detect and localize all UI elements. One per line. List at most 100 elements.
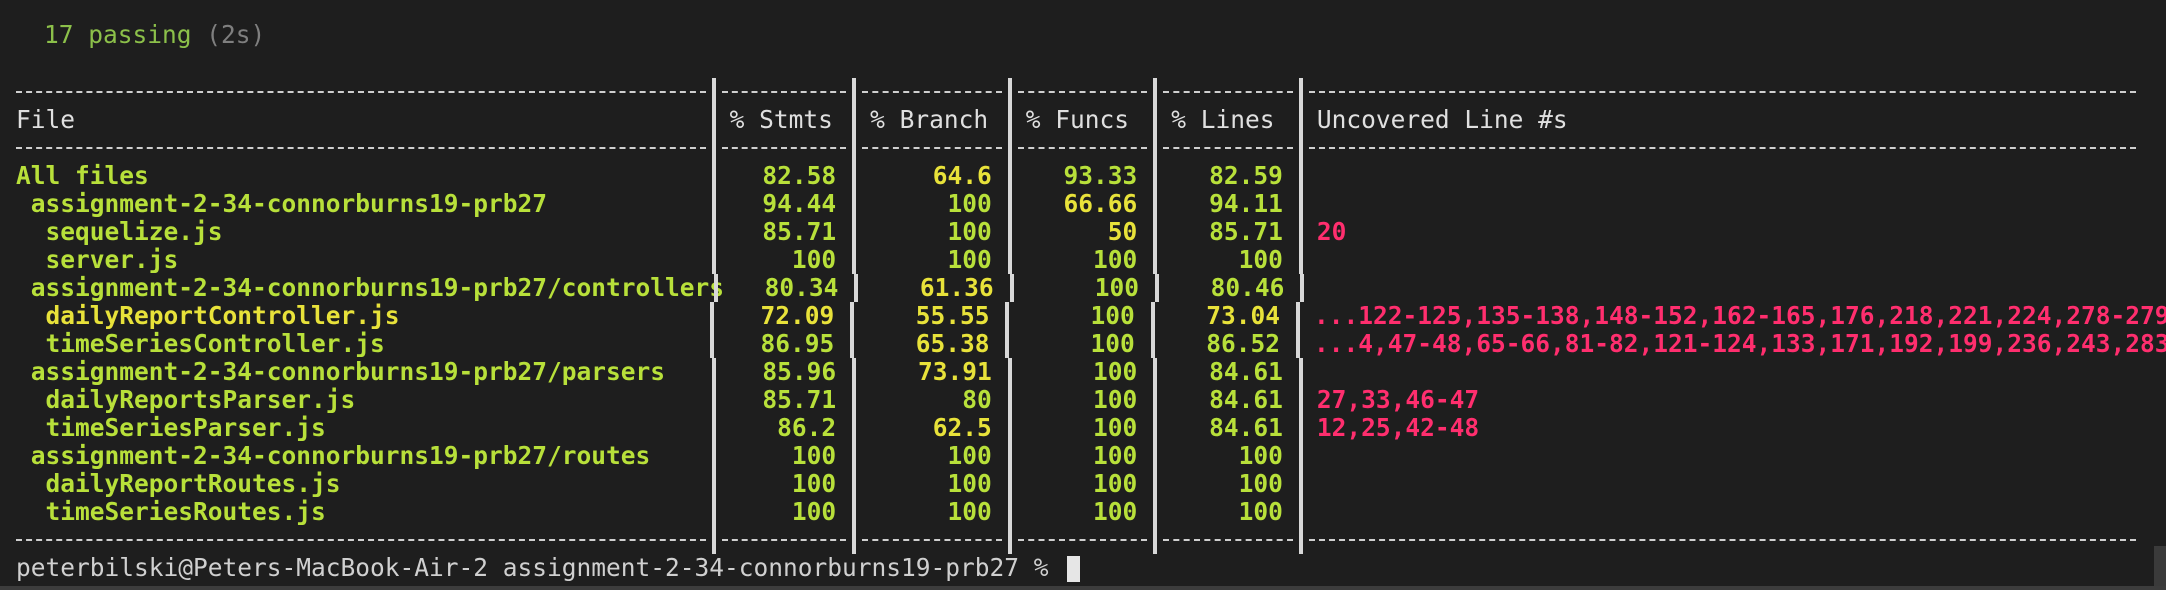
cell-funcs: 50 (1107, 217, 1138, 246)
cell-uncovered: 12,25,42-48 (1316, 413, 1480, 442)
cell-uncovered (1309, 162, 2136, 190)
table-row: assignment-2-34-connorburns19-prb27/rout… (16, 442, 2136, 470)
cell-funcs: 100 (1093, 441, 1138, 470)
test-summary: 17 passing (2s) (44, 21, 265, 49)
cell-stmts: 82.58 (762, 161, 837, 190)
file-name: server.js (16, 245, 179, 274)
header-lines: % Lines (1171, 105, 1275, 134)
cell-lines: 80.46 (1210, 273, 1285, 302)
cell-stmts: 100 (791, 469, 837, 498)
table-row: assignment-2-34-connorburns19-prb27 94.44… (16, 190, 2136, 218)
table-row: timeSeriesController.js 86.95 65.38 100 86.5… (16, 329, 2166, 358)
cell-funcs: 100 (1093, 357, 1138, 386)
cell-lines: 100 (1238, 469, 1283, 498)
cell-funcs: 100 (1093, 497, 1138, 526)
header-file: File (16, 105, 76, 134)
cell-branch: 65.38 (915, 329, 990, 358)
cell-uncovered: 20 (1316, 217, 1347, 246)
cell-stmts: 86.95 (760, 329, 835, 358)
cell-stmts: 80.34 (764, 273, 839, 302)
cell-branch: 64.6 (932, 161, 992, 190)
cell-branch: 100 (947, 469, 992, 498)
cell-lines: 82.59 (1209, 161, 1283, 190)
table-header: File % Stmts % Branch % Funcs % Lines Un… (16, 106, 2136, 134)
cell-branch: 100 (947, 217, 992, 246)
cell-funcs: 100 (1093, 413, 1138, 442)
shell-prompt[interactable]: peterbilski@Peters-MacBook-Air-2 assignm… (16, 553, 1081, 582)
file-name: timeSeriesRoutes.js (16, 497, 326, 526)
cell-uncovered (1309, 498, 2136, 526)
cell-lines: 100 (1238, 497, 1283, 526)
file-name: All files (16, 161, 149, 190)
cell-branch: 80 (962, 385, 992, 414)
cell-lines: 100 (1238, 441, 1283, 470)
file-name: timeSeriesController.js (16, 329, 385, 358)
cell-uncovered (1309, 190, 2136, 218)
cell-lines: 86.52 (1206, 329, 1281, 358)
cell-stmts: 85.71 (762, 385, 837, 414)
header-branch: % Branch (870, 105, 989, 134)
table-row: dailyReportRoutes.js 100 100 100 100 (16, 470, 2136, 498)
cell-funcs: 100 (1093, 385, 1138, 414)
cell-funcs: 100 (1090, 329, 1135, 358)
file-name: dailyReportRoutes.js (16, 469, 341, 498)
file-name: dailyReportController.js (16, 301, 400, 330)
text-cursor (1067, 556, 1081, 582)
cell-lines: 100 (1238, 245, 1283, 274)
table-row: assignment-2-34-connorburns19-prb27/cont… (16, 274, 2136, 302)
cell-branch: 62.5 (932, 413, 992, 442)
table-row: timeSeriesParser.js 86.2 62.5 100 84.61 12,25… (16, 414, 2136, 442)
cell-branch: 100 (947, 189, 992, 218)
file-name: sequelize.js (16, 217, 223, 246)
cell-stmts: 86.2 (777, 413, 837, 442)
cell-uncovered (1309, 246, 2136, 274)
cell-uncovered (1309, 442, 2136, 470)
cell-uncovered: 27,33,46-47 (1316, 385, 1480, 414)
cell-branch: 61.36 (919, 273, 994, 302)
table-row: timeSeriesRoutes.js 100 100 100 100 (16, 498, 2136, 526)
cell-lines: 73.04 (1206, 301, 1281, 330)
cell-funcs: 93.33 (1063, 161, 1138, 190)
cell-stmts: 72.09 (760, 301, 835, 330)
cell-uncovered (1309, 358, 2136, 386)
cell-branch: 100 (947, 441, 992, 470)
cell-stmts: 100 (791, 245, 837, 274)
file-name: dailyReportsParser.js (16, 385, 356, 414)
file-name: assignment-2-34-connorburns19-prb27/pars… (16, 357, 666, 386)
file-name: assignment-2-34-connorburns19-prb27/cont… (16, 273, 725, 302)
header-stmts: % Stmts (729, 105, 833, 134)
cell-funcs: 66.66 (1063, 189, 1138, 218)
table-row: dailyReportsParser.js 85.71 80 100 84.61 27,3… (16, 386, 2136, 414)
table-row: All files 82.58 64.6 93.33 82.59 (16, 162, 2136, 190)
cell-lines: 84.61 (1209, 357, 1283, 386)
cell-branch: 73.91 (917, 357, 992, 386)
cell-stmts: 100 (791, 497, 837, 526)
header-uncovered: Uncovered Line #s (1316, 105, 1568, 134)
cell-branch: 100 (947, 245, 992, 274)
scrollbar[interactable] (2154, 546, 2166, 590)
cell-stmts: 85.96 (762, 357, 837, 386)
test-duration: (2s) (206, 20, 266, 49)
cell-lines: 85.71 (1209, 217, 1283, 246)
cell-lines: 94.11 (1209, 189, 1283, 218)
table-separator (16, 526, 2136, 554)
file-name: timeSeriesParser.js (16, 413, 326, 442)
cell-stmts: 85.71 (762, 217, 837, 246)
table-separator (16, 78, 2136, 106)
cell-branch: 55.55 (915, 301, 990, 330)
table-row: sequelize.js 85.71 100 50 85.71 20 (16, 218, 2136, 246)
cell-lines: 84.61 (1209, 413, 1283, 442)
cell-stmts: 100 (791, 441, 837, 470)
terminal-window[interactable]: 17 passing (2s) File % Stmts % Branch % … (0, 0, 2166, 590)
cell-lines: 84.61 (1209, 385, 1283, 414)
table-row: server.js 100 100 100 100 (16, 246, 2136, 274)
cell-uncovered (1309, 470, 2136, 498)
table-row: assignment-2-34-connorburns19-prb27/pars… (16, 358, 2136, 386)
cell-funcs: 100 (1093, 469, 1138, 498)
prompt-text: peterbilski@Peters-MacBook-Air-2 assignm… (16, 553, 1049, 582)
file-name: assignment-2-34-connorburns19-prb27/rout… (16, 441, 651, 470)
cell-uncovered: ...122-125,135-138,148-152,162-165,176,2… (1314, 301, 2166, 330)
coverage-table: File % Stmts % Branch % Funcs % Lines Un… (16, 78, 2166, 554)
cell-funcs: 100 (1090, 301, 1135, 330)
window-bottom-edge (0, 586, 2166, 590)
